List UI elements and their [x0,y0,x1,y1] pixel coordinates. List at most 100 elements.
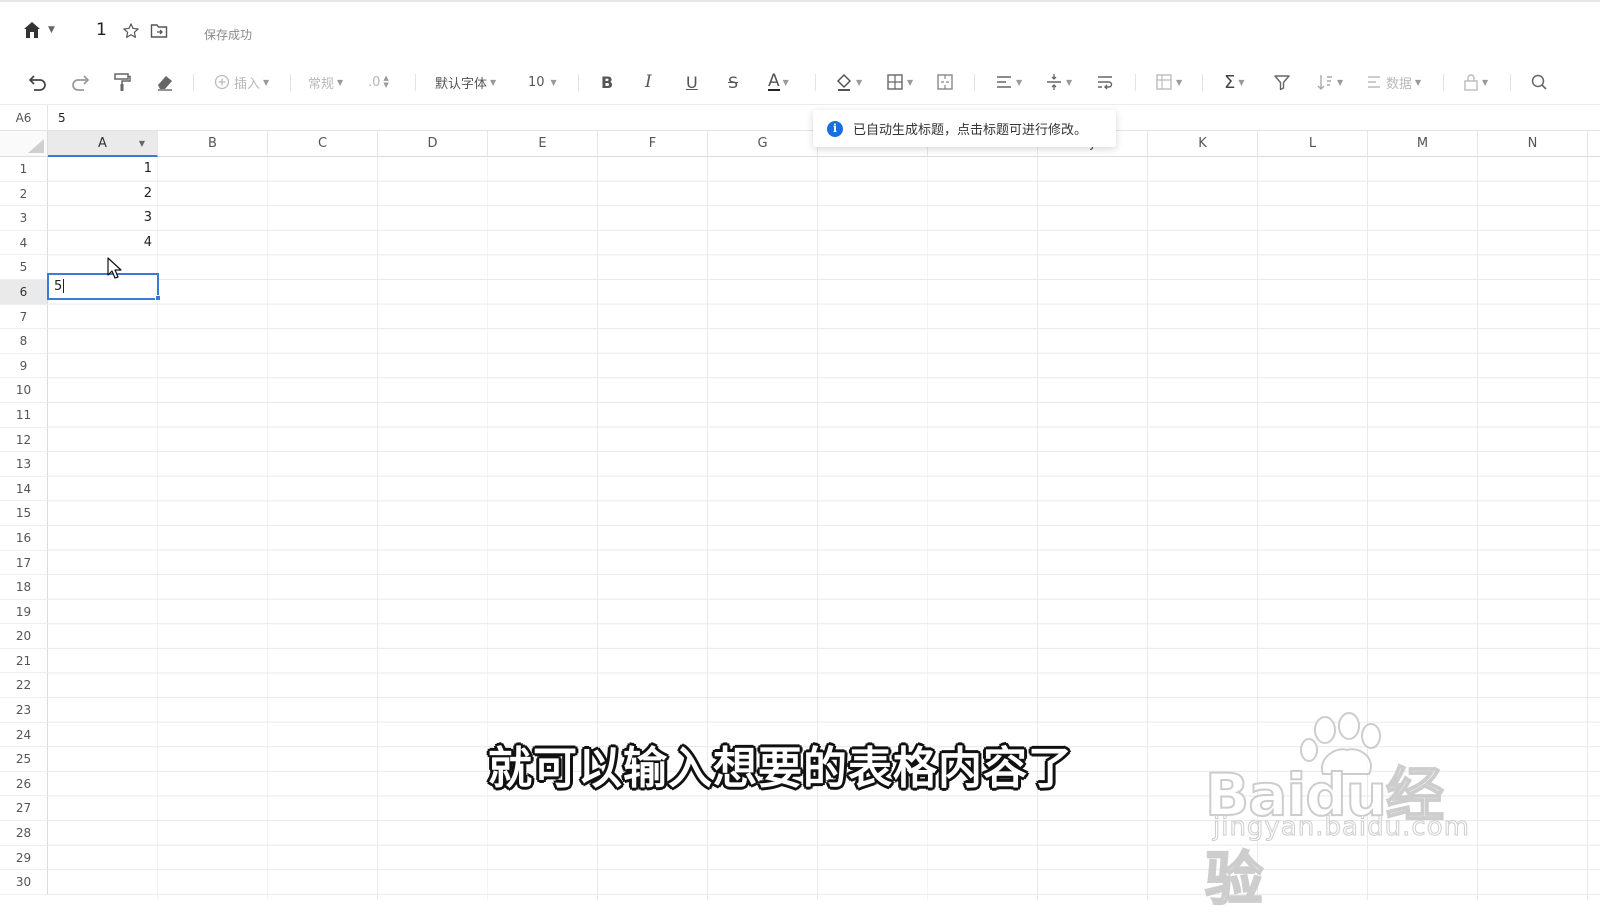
data-menu[interactable]: 数据 ▼ [1366,70,1421,94]
horizontal-align-button[interactable]: ▼ [995,70,1022,94]
fill-color-button[interactable]: ▼ [835,70,862,94]
row-header-10[interactable]: 10 [0,378,48,403]
row-header-2[interactable]: 2 [0,181,48,207]
row-header-25[interactable]: 25 [0,747,48,772]
star-icon[interactable] [122,22,140,40]
column-menu-icon[interactable]: ▼ [139,131,145,157]
underline-button[interactable]: U [686,70,698,94]
conditional-format-button[interactable]: ▼ [1155,70,1182,94]
vertical-align-button[interactable]: ▼ [1045,70,1072,94]
chevron-down-icon: ▼ [856,77,863,87]
borders-button[interactable]: ▼ [886,70,913,94]
column-header-k[interactable]: K [1148,131,1258,157]
fill-handle[interactable] [155,295,161,301]
clear-format-button[interactable] [155,70,175,94]
row-header-1[interactable]: 1 [0,157,48,182]
row-header-3[interactable]: 3 [0,206,48,231]
strikethrough-button[interactable]: S [728,70,738,94]
active-cell-editor[interactable]: 5 [47,272,159,300]
row-header-18[interactable]: 18 [0,575,48,600]
row-header-9[interactable]: 9 [0,353,48,379]
bold-button[interactable]: B [601,70,613,94]
chevron-down-icon: ▼ [1337,77,1344,87]
row-header-27[interactable]: 27 [0,796,48,822]
sigma-icon: Σ [1224,71,1236,93]
row-header-29[interactable]: 29 [0,845,48,871]
protect-button[interactable]: ▼ [1463,70,1488,94]
chevron-down-icon: ▼ [782,77,789,87]
row-header-23[interactable]: 23 [0,698,48,723]
document-title[interactable]: 1 [96,20,107,40]
row-header-13[interactable]: 13 [0,452,48,477]
column-header-m[interactable]: M [1368,131,1478,157]
cell-a2[interactable]: 2 [48,182,158,207]
row-header-7[interactable]: 7 [0,304,48,330]
redo-button[interactable] [70,70,90,94]
row-header-22[interactable]: 22 [0,673,48,699]
column-header-g[interactable]: G [708,131,818,157]
toolbar-divider [193,74,194,91]
row-header-16[interactable]: 16 [0,525,48,551]
number-format-label: 常规 [308,76,335,92]
undo-button[interactable] [28,70,48,94]
row-header-20[interactable]: 20 [0,624,48,649]
row-headers: 1 2 3 4 5 6 7 8 9 10 11 12 13 14 15 16 17 18 19 20 21 22 23 24 2… [0,157,48,895]
home-menu[interactable]: ▼ [22,20,55,40]
italic-button[interactable]: I [645,70,652,94]
font-size-select[interactable]: 10 ▼ [528,70,557,94]
insert-menu[interactable]: 插入 ▼ [214,70,269,94]
row-header-6[interactable]: 6 [0,279,48,305]
cell-a4[interactable]: 4 [48,231,158,256]
decimal-places-control[interactable]: .0 ▲ ▼ [368,70,389,94]
underline-icon: U [686,72,698,92]
cell-a1[interactable]: 1 [48,157,158,182]
sum-function-button[interactable]: Σ ▼ [1224,70,1245,94]
table-style-icon [1156,74,1172,90]
move-to-folder-icon[interactable] [150,23,168,39]
sort-button[interactable]: ▼ [1316,70,1343,94]
row-header-4[interactable]: 4 [0,230,48,256]
column-header-b[interactable]: B [158,131,268,157]
column-header-c[interactable]: C [268,131,378,157]
row-header-19[interactable]: 19 [0,599,48,625]
redo-icon [72,75,90,91]
wrap-text-button[interactable] [1096,70,1114,94]
toolbar-divider [1135,74,1136,91]
cell-a3[interactable]: 3 [48,206,158,231]
active-cell-value: 5 [54,278,63,294]
number-format-menu[interactable]: 常规 ▼ [308,70,343,94]
row-header-24[interactable]: 24 [0,722,48,748]
chevron-down-icon: ▼ [907,77,914,87]
row-header-30[interactable]: 30 [0,870,48,895]
toolbar-divider [815,74,816,91]
filter-button[interactable] [1273,70,1291,94]
row-header-14[interactable]: 14 [0,476,48,502]
column-header-f[interactable]: F [598,131,708,157]
column-header-d[interactable]: D [378,131,488,157]
data-icon [1368,76,1380,88]
column-header-a[interactable]: A ▼ [48,131,158,157]
merge-cells-button[interactable] [936,70,954,94]
row-header-21[interactable]: 21 [0,648,48,674]
select-all-corner[interactable] [0,131,48,157]
chevron-down-icon: ▼ [1238,77,1245,87]
column-header-e[interactable]: E [488,131,598,157]
search-button[interactable] [1530,70,1548,94]
row-header-8[interactable]: 8 [0,329,48,354]
row-header-5[interactable]: 5 [0,255,48,280]
format-painter-button[interactable] [113,70,131,94]
column-header-n[interactable]: N [1478,131,1588,157]
row-header-15[interactable]: 15 [0,501,48,526]
formula-bar: A6 5 [0,105,1600,131]
row-header-26[interactable]: 26 [0,771,48,797]
column-header-l[interactable]: L [1258,131,1368,157]
column-header-o[interactable]: O [1588,131,1600,157]
font-color-button[interactable]: A ▼ [768,70,789,94]
font-family-select[interactable]: 默认字体 ▼ [435,70,496,94]
row-header-17[interactable]: 17 [0,550,48,576]
row-header-12[interactable]: 12 [0,427,48,453]
formula-input[interactable]: 5 [58,105,66,131]
row-header-28[interactable]: 28 [0,821,48,846]
row-header-11[interactable]: 11 [0,402,48,428]
name-box[interactable]: A6 [0,105,48,131]
